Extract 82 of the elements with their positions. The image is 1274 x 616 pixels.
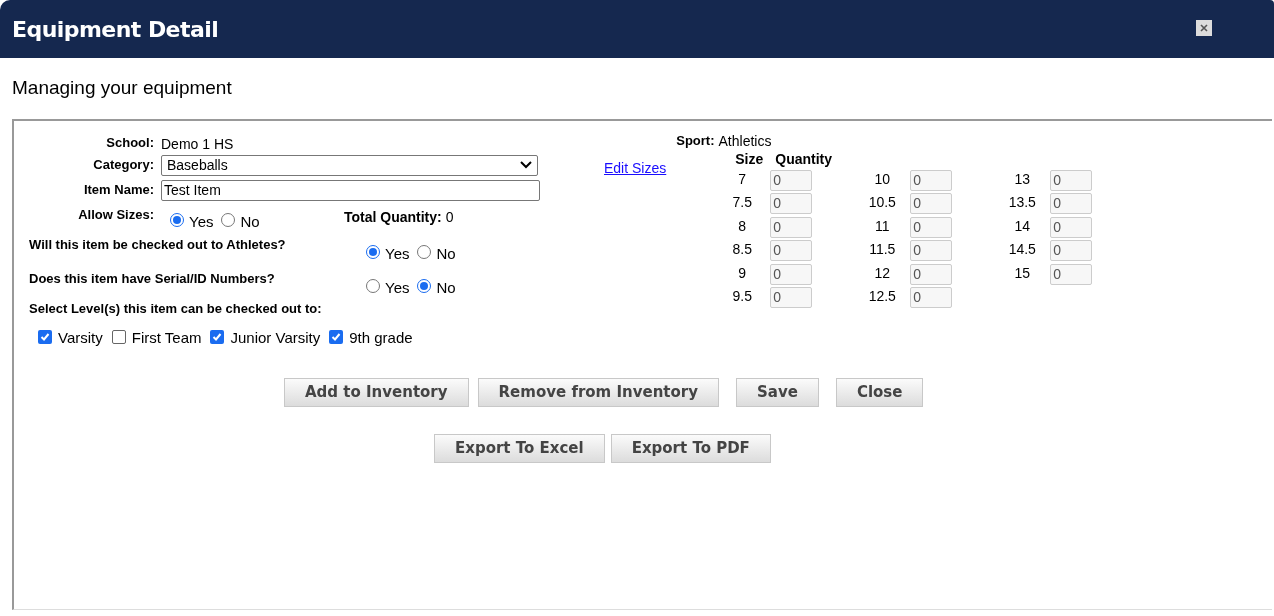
sport-value: Athletics [718,131,772,151]
size-label: 10.5 [867,193,897,212]
field-label: School: [105,133,154,152]
column-header: Size [734,149,765,169]
radio-button[interactable] [170,212,184,227]
radio-label: No [436,277,456,298]
checkbox[interactable] [329,329,344,344]
question-label: Will this item be checked out to Athletes? [28,235,287,254]
action-button[interactable]: Export To PDF [610,433,771,463]
quantity-field[interactable]: 0 [770,216,813,238]
size-label: 9.5 [731,287,753,306]
item-name-field[interactable]: Test Item [161,179,540,201]
field-label: Category: [92,155,154,174]
radio-button[interactable] [417,244,432,259]
edit-sizes-link[interactable]: Edit Sizes [604,157,667,350]
quantity-field[interactable]: 0 [910,240,953,261]
checkbox-label: 9th grade [349,328,413,348]
checkbox[interactable] [111,329,126,344]
total-quantity-value: 0 [445,207,454,227]
size-label: 12 [873,263,892,283]
size-label: 13 [1013,169,1032,189]
checkbox[interactable] [210,329,225,344]
quantity-field[interactable]: 0 [1050,240,1093,261]
field-label: Total Quantity: [344,207,442,227]
quantity-field[interactable]: 0 [770,169,813,191]
radio-label: Yes [385,243,410,264]
quantity-field[interactable]: 0 [770,263,813,285]
radio-button[interactable] [221,212,236,227]
field-label: Sport: [676,132,715,151]
close-icon [1200,24,1208,32]
checkbox-label: Varsity [58,328,103,348]
quantity-field[interactable]: 0 [910,216,953,238]
size-label: 13.5 [1007,193,1037,212]
page-subtitle: Managing your equipment [12,76,233,100]
quantity-field[interactable]: 0 [910,287,953,308]
size-label: 9 [737,263,748,283]
radio-button[interactable] [366,278,380,293]
quantity-field[interactable]: 0 [1050,263,1093,285]
radio-label: Yes [385,277,410,298]
action-button[interactable]: Close [835,377,924,407]
radio-button[interactable] [417,278,432,293]
question-label: Does this item have Serial/ID Numbers? [28,269,276,288]
close-button[interactable] [1196,20,1212,36]
quantity-field[interactable]: 0 [770,287,813,308]
quantity-field[interactable]: 0 [1050,169,1093,191]
action-button[interactable]: Export To Excel [434,433,605,463]
window-title: Equipment Detail [12,15,219,44]
size-label: 7.5 [731,193,753,212]
action-button[interactable]: Remove from Inventory [477,377,719,407]
size-label: 14.5 [1007,240,1037,259]
quantity-field[interactable]: 0 [770,193,813,214]
checkbox-label: First Team [131,328,202,348]
category-select[interactable]: Baseballs [161,154,538,176]
quantity-field[interactable]: 0 [770,240,813,261]
radio-label: No [436,243,456,264]
school-value: Demo 1 HS [161,134,234,154]
field-label: Allow Sizes: [77,205,154,224]
size-label: 11 [873,216,891,236]
checkbox-label: Junior Varsity [230,328,321,348]
radio-label: Yes [189,211,214,232]
checkbox[interactable] [38,329,52,344]
action-button[interactable]: Save [736,377,819,407]
size-label: 8 [737,216,748,236]
size-label: 7 [737,169,748,189]
radio-label: No [240,211,260,232]
size-label: 8.5 [731,240,753,259]
size-label: 14 [1013,216,1032,236]
quantity-field[interactable]: 0 [910,263,953,285]
size-label: 11.5 [868,240,897,259]
quantity-field[interactable]: 0 [910,193,953,214]
size-label: 15 [1013,263,1032,283]
field-label: Item Name: [82,180,154,199]
size-label: 12.5 [867,287,897,306]
action-button[interactable]: Add to Inventory [284,377,469,407]
chevron-down-icon [520,161,532,169]
quantity-field[interactable]: 0 [910,169,953,191]
size-label: 10 [873,169,892,189]
radio-button[interactable] [366,244,380,259]
levels-label: Select Level(s) this item can be checked out to: [28,299,323,318]
quantity-field[interactable]: 0 [1050,216,1093,238]
column-header: Quantity [775,149,833,169]
quantity-field[interactable]: 0 [1050,193,1093,214]
